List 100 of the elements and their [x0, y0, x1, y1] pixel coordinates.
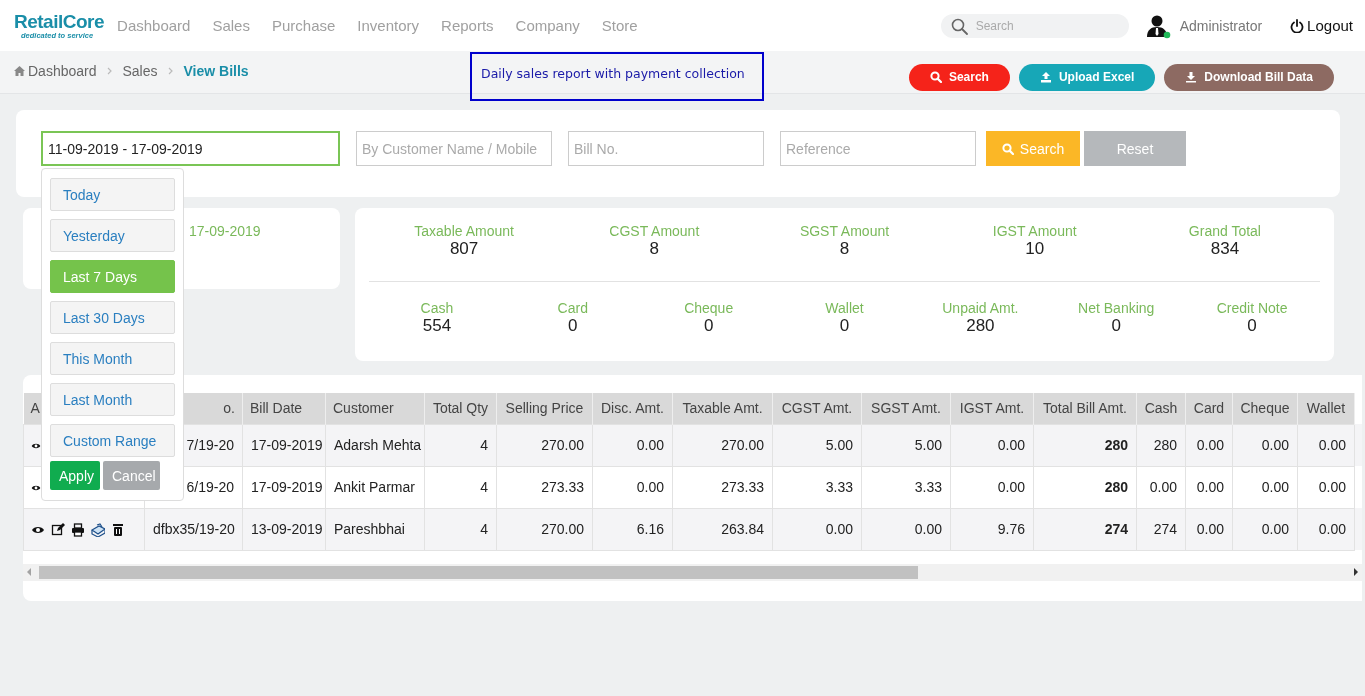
table-cell: 0.00 — [1232, 508, 1298, 550]
column-header: Bill Date — [242, 393, 326, 424]
table-cell: 0.00 — [1297, 508, 1355, 550]
upload-icon — [1039, 71, 1052, 83]
summary-value: 0 — [839, 315, 850, 336]
table-cell: 270.00 — [496, 508, 593, 550]
range-option[interactable]: Today — [50, 178, 175, 211]
summary-label: Taxable Amount — [414, 223, 514, 240]
edit-icon[interactable] — [51, 523, 65, 538]
column-header: Disc. Amt. — [592, 393, 673, 424]
column-header: Wallet — [1297, 393, 1355, 424]
summary-value: 8 — [839, 239, 850, 259]
table-cell: 280 — [1136, 424, 1186, 466]
nav-link[interactable]: Reports — [430, 17, 505, 34]
summary-label: Card — [557, 299, 588, 316]
table-cell: 0.00 — [592, 424, 673, 466]
range-option[interactable]: Custom Range — [50, 424, 175, 457]
action-button[interactable]: Search — [908, 63, 1010, 91]
table-cell: 0.00 — [861, 508, 951, 550]
summary-value: 0 — [1111, 315, 1121, 336]
box-icon[interactable] — [91, 523, 105, 538]
date-label: 17-09-2019 — [189, 223, 261, 239]
table-cell: 0.00 — [950, 424, 1034, 466]
summary-value: 10 — [1025, 239, 1045, 259]
table-cell: 17-09-2019 — [242, 466, 326, 508]
printer-icon[interactable] — [71, 523, 85, 538]
logout-link[interactable]: Logout — [1290, 17, 1353, 34]
table-cell: 4 — [424, 508, 497, 550]
table-cell: 0.00 — [1136, 466, 1186, 508]
summary-value: 8 — [649, 239, 660, 259]
nav-link[interactable]: Dashboard — [106, 17, 202, 34]
search-button[interactable]: Search — [986, 131, 1080, 166]
table-cell: 0.00 — [592, 466, 673, 508]
search-field[interactable]: Search — [940, 13, 1129, 38]
table-cell: 3.33 — [772, 466, 862, 508]
table-cell: Adarsh Mehta — [325, 424, 425, 466]
customer-field[interactable]: By Customer Name / Mobile — [356, 131, 552, 166]
range-option[interactable]: Last 7 Days — [50, 260, 175, 293]
home-icon — [14, 66, 25, 76]
table-cell: 0.00 — [1185, 508, 1233, 550]
annotation-note: Daily sales report with payment collection — [470, 52, 764, 101]
table-cell: 0.00 — [1297, 424, 1355, 466]
column-header: Total Qty — [424, 393, 497, 424]
trash-icon[interactable] — [111, 523, 125, 538]
table-cell: 270.00 — [496, 424, 593, 466]
brand-name: RetailCore — [14, 11, 106, 31]
summary-value: 0 — [703, 315, 714, 336]
table-cell: 3.33 — [861, 466, 951, 508]
action-button[interactable]: Upload Excel — [1018, 63, 1156, 91]
breadcrumb-link[interactable]: Sales — [122, 63, 158, 79]
summary-label: Cheque — [684, 299, 734, 316]
reference-field[interactable]: Reference — [780, 131, 976, 166]
summary-value: 0 — [568, 315, 578, 336]
summary-label: Cash — [420, 299, 454, 316]
date-range-field[interactable]: 11-09-2019 - 17-09-2019 — [41, 131, 340, 166]
column-header: Cheque — [1232, 393, 1298, 424]
column-header: IGST Amt. — [950, 393, 1034, 424]
table-cell: 280 — [1033, 424, 1137, 466]
table-cell: 4 — [424, 424, 497, 466]
search-icon — [1001, 142, 1014, 155]
chevron-icon — [167, 67, 174, 75]
table-cell: 9.76 — [950, 508, 1034, 550]
summary-label: Unpaid Amt. — [942, 299, 1019, 316]
chevron-icon — [106, 67, 113, 75]
nav-link[interactable]: Sales — [201, 17, 261, 34]
table-cell: 17-09-2019 — [242, 424, 326, 466]
table-cell: 6.16 — [592, 508, 673, 550]
bill-number-field[interactable]: Bill No. — [568, 131, 764, 166]
user-name[interactable]: Administrator — [1179, 17, 1263, 34]
range-option[interactable]: Last Month — [50, 383, 175, 416]
range-option[interactable]: This Month — [50, 342, 175, 375]
action-button[interactable]: Download Bill Data — [1164, 63, 1334, 91]
cancel-button[interactable]: Cancel — [103, 461, 160, 490]
table-cell: 263.84 — [672, 508, 773, 550]
nav-link[interactable]: Inventory — [346, 17, 431, 34]
column-header: Total Bill Amt. — [1033, 393, 1137, 424]
search-icon — [950, 17, 968, 35]
range-option[interactable]: Last 30 Days — [50, 301, 175, 334]
table-cell: 5.00 — [772, 424, 862, 466]
nav-link[interactable]: Store — [590, 17, 649, 34]
table-cell: 273.33 — [496, 466, 593, 508]
table-cell: 5.00 — [861, 424, 951, 466]
summary-label: Net Banking — [1078, 299, 1155, 316]
breadcrumb-link[interactable]: Dashboard — [14, 63, 97, 79]
summary-label: IGST Amount — [992, 223, 1077, 240]
table-cell: 13-09-2019 — [242, 508, 326, 550]
nav-link[interactable]: Purchase — [260, 17, 347, 34]
table-cell: 274 — [1033, 508, 1137, 550]
column-header: CGST Amt. — [772, 393, 862, 424]
table-cell: 0.00 — [1232, 424, 1298, 466]
table-cell: 280 — [1033, 466, 1137, 508]
column-header: Taxable Amt. — [672, 393, 773, 424]
nav-link[interactable]: Company — [504, 17, 591, 34]
breadcrumb-link[interactable]: View Bills — [183, 63, 249, 79]
reset-button[interactable]: Reset — [1084, 131, 1186, 166]
apply-button[interactable]: Apply — [50, 461, 100, 490]
summary-label: CGST Amount — [609, 223, 700, 240]
range-option[interactable]: Yesterday — [50, 219, 175, 252]
power-icon — [1290, 18, 1305, 33]
summary-value: 834 — [1210, 239, 1240, 259]
